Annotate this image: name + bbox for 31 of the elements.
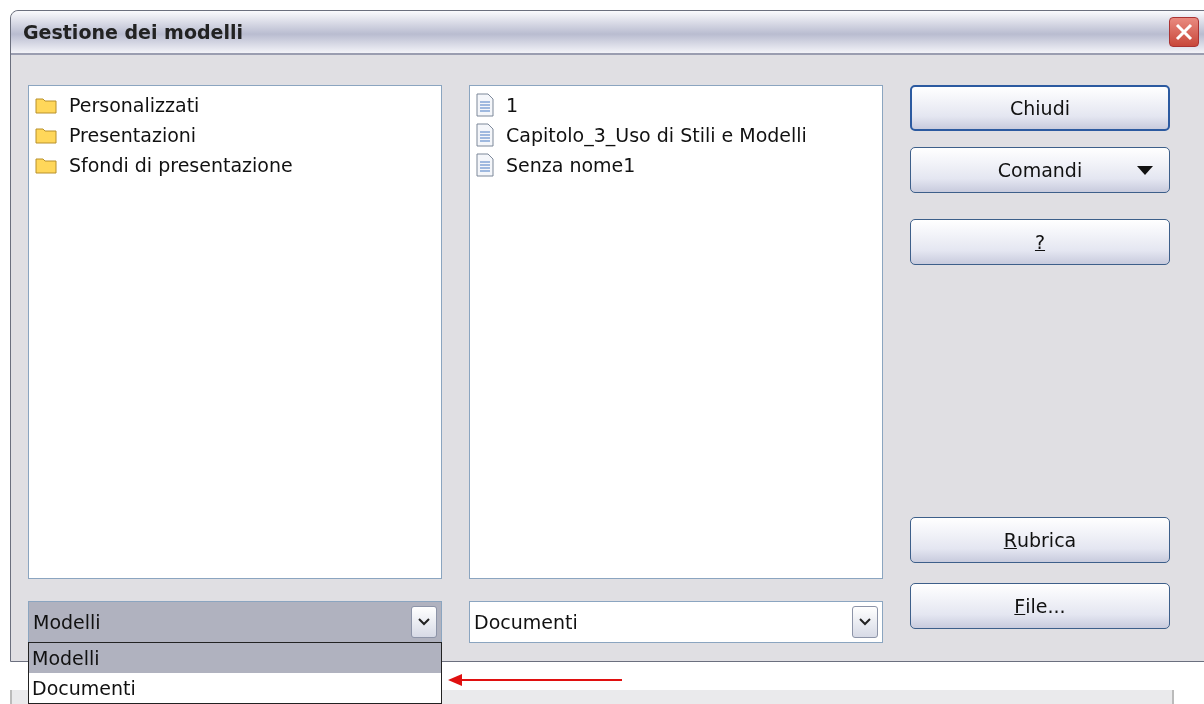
dialog-button[interactable]: ? — [910, 219, 1170, 265]
folder-icon — [35, 126, 57, 144]
combo-value: Modelli — [33, 611, 101, 633]
close-button[interactable] — [1169, 17, 1199, 47]
list-item[interactable]: 1 — [506, 94, 519, 116]
folder-icon — [35, 156, 57, 174]
document-icon — [476, 153, 494, 177]
caret-icon — [1137, 166, 1153, 175]
list-item[interactable]: Sfondi di presentazione — [69, 154, 293, 176]
combo-box[interactable]: Documenti — [469, 601, 883, 643]
list-item[interactable]: Presentazioni — [69, 124, 197, 146]
close-icon — [1175, 23, 1193, 41]
document-icon — [476, 93, 494, 117]
list-item[interactable]: Personalizzati — [69, 94, 200, 116]
chevron-icon — [418, 618, 430, 626]
dialog-button[interactable]: Rubrica — [910, 517, 1170, 563]
category-list[interactable]: Personalizzati Presentazioni Sfondi di presentazione — [28, 85, 442, 579]
list-item[interactable]: Capitolo_3_Uso di Stili e Modelli — [506, 124, 807, 146]
document-icon — [476, 123, 494, 147]
dropdown-button[interactable] — [852, 606, 878, 638]
menu-button[interactable]: Comandi — [910, 147, 1170, 193]
template-list[interactable]: 1 Capitolo_3_Uso di Stili e Modelli Senza nome1 — [469, 85, 883, 579]
folder-icon — [35, 96, 57, 114]
chevron-icon — [859, 618, 871, 626]
dropdown-option[interactable]: Modelli — [29, 643, 441, 673]
combo-value: Documenti — [474, 611, 578, 633]
dropdown-button[interactable] — [411, 606, 437, 638]
dialog-button[interactable]: File... — [910, 583, 1170, 629]
window-title: Gestione dei modelli — [23, 21, 243, 43]
dialog-button[interactable]: Chiudi — [910, 85, 1170, 131]
list-item[interactable]: Senza nome1 — [506, 154, 636, 176]
